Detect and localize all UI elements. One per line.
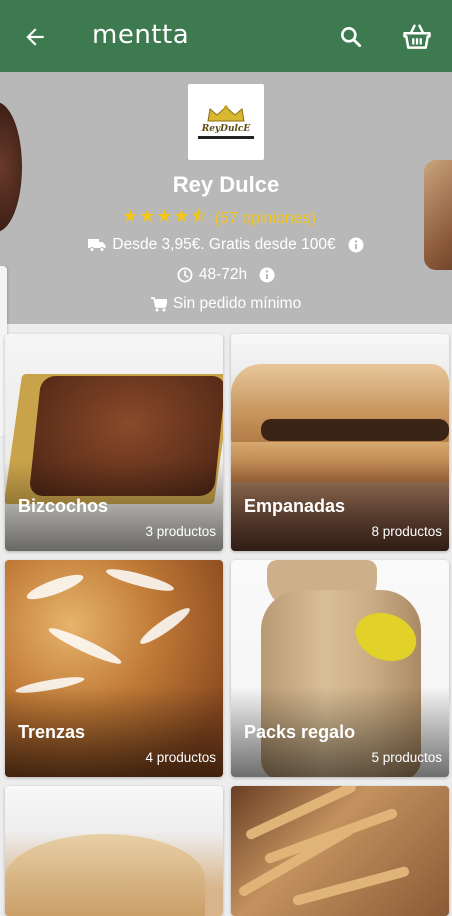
- app-header: mentta: [0, 0, 452, 72]
- shipping-text: Desde 3,95€. Gratis desde 100€: [112, 236, 336, 253]
- info-icon: [348, 237, 364, 253]
- search-button[interactable]: [336, 22, 366, 52]
- roscon-image: [5, 786, 223, 916]
- category-count: 3 productos: [145, 524, 216, 539]
- category-card-packs-regalo[interactable]: Packs regalo 5 productos: [231, 560, 449, 777]
- shipping-info: Desde 3,95€. Gratis desde 100€: [0, 234, 452, 256]
- clock-icon: [177, 267, 193, 283]
- category-count: 4 productos: [145, 750, 216, 765]
- basket-icon: [403, 24, 431, 49]
- category-title: Empanadas: [244, 496, 346, 516]
- arrow-left-icon: [26, 28, 44, 46]
- reviews-link[interactable]: (57 opiniones): [215, 210, 316, 228]
- category-title: Bizcochos: [18, 496, 109, 516]
- truck-icon: [88, 238, 106, 252]
- delivery-info-button[interactable]: [259, 267, 275, 283]
- shipping-info-button[interactable]: [348, 237, 364, 253]
- cart-icon: [150, 296, 167, 312]
- category-count: 5 productos: [371, 750, 442, 765]
- category-count: 8 productos: [371, 524, 442, 539]
- crown-icon: [207, 105, 245, 122]
- category-title: Trenzas: [18, 722, 86, 742]
- category-card-partial[interactable]: [231, 786, 449, 916]
- min-order-text: Sin pedido mínimo: [172, 295, 302, 312]
- store-logo-bar: [198, 136, 254, 139]
- store-logo-text: ReyDulcE: [201, 124, 251, 134]
- search-icon: [341, 27, 362, 48]
- info-icon: [259, 267, 275, 283]
- store-name: Rey Dulce: [172, 172, 280, 197]
- store-header: ReyDulcE Rey Dulce ★★★★⯪ (57 opiniones) …: [0, 72, 452, 324]
- store-logo: ReyDulcE: [188, 84, 264, 160]
- category-title: Packs regalo: [244, 722, 356, 742]
- pastry-sticks-image: [231, 786, 449, 916]
- category-card-trenzas[interactable]: Trenzas 4 productos: [5, 560, 223, 777]
- delivery-time-info: 48-72h: [0, 264, 452, 286]
- app-logo: mentta: [92, 20, 190, 50]
- store-rating: ★★★★⯪ (57 opiniones): [122, 206, 316, 230]
- category-card-bizcochos[interactable]: Bizcochos 3 productos: [5, 334, 223, 551]
- delivery-time-text: 48-72h: [198, 266, 248, 283]
- category-card-partial[interactable]: [5, 786, 223, 916]
- basket-button[interactable]: [400, 20, 434, 54]
- min-order-info: Sin pedido mínimo: [0, 293, 452, 315]
- back-button[interactable]: [20, 22, 50, 52]
- decorative-cake-image: [0, 102, 22, 232]
- category-card-empanadas[interactable]: Empanadas 8 productos: [231, 334, 449, 551]
- rating-stars: ★★★★⯪: [122, 206, 209, 226]
